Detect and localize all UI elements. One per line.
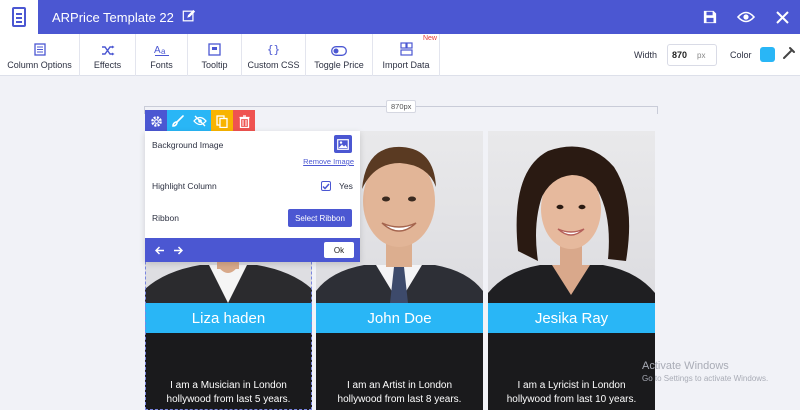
description-line: hollywood from last 10 years. [506,393,637,405]
ok-button[interactable]: Ok [324,242,354,258]
column-photo [488,131,655,303]
pricing-column-3[interactable]: Jesika Ray I am a Lyricist in London hol… [488,131,655,410]
check-icon [322,183,330,190]
toolbar-label: Fonts [150,60,173,70]
highlight-value: Yes [339,181,353,191]
eyedropper-icon[interactable] [782,46,796,60]
column-options-icon [33,43,46,56]
background-image-button[interactable] [334,135,352,153]
width-value: 870 [672,50,688,60]
shuffle-icon [101,45,114,56]
description-line: I am an Artist in London [346,380,453,391]
highlight-checkbox[interactable] [321,181,331,191]
description-line: I am a Musician in London [170,380,287,391]
windows-activation-watermark: Activate Windows Go to Settings to activ… [642,360,768,383]
column-name[interactable]: Liza haden [145,303,312,333]
toolbar-fonts[interactable]: Aa Fonts [136,34,188,76]
column-description[interactable]: I am an Artist in London hollywood from … [320,379,479,406]
toolbar-effects[interactable]: Effects [80,34,136,76]
eye-slash-icon [193,115,207,127]
toggle-icon [331,46,347,56]
width-input[interactable]: 870 px [667,44,717,66]
app-title: ARPrice Template 22 [52,10,174,25]
toolbar-label: Column Options [7,60,72,70]
toolbar-label: Effects [93,60,122,70]
highlight-column-label: Highlight Column [152,181,217,191]
column-name[interactable]: Jesika Ray [488,303,655,333]
copy-icon [216,114,228,128]
document-icon [12,7,26,27]
popup-footer: Ok [145,238,360,262]
width-unit: px [697,50,706,60]
arrow-left-icon[interactable] [153,243,167,257]
toolbar-label: Custom CSS [247,60,300,70]
trash-icon [239,114,249,128]
svg-text:A: A [154,45,161,56]
color-swatch[interactable] [760,47,775,62]
column-settings-button[interactable] [145,110,167,132]
eye-icon [737,11,755,23]
close-button[interactable] [764,0,800,34]
remove-image-link[interactable]: Remove Image [303,157,354,166]
column-description[interactable]: I am a Lyricist in London hollywood from… [492,379,651,406]
new-badge: New [422,35,437,42]
gear-icon [150,115,162,127]
toolbar-column-options[interactable]: Column Options [0,34,80,76]
watermark-subtitle: Go to Settings to activate Windows. [642,374,769,383]
ribbon-label: Ribbon [152,213,179,223]
close-icon [775,10,789,24]
background-image-label: Background Image [152,140,224,150]
edit-icon[interactable] [182,9,196,23]
ruler-label: 870px [386,100,417,113]
column-action-toolbar [145,110,255,132]
description-line: hollywood from last 8 years. [337,393,462,405]
column-duplicate-button[interactable] [211,110,233,132]
column-delete-button[interactable] [233,110,255,132]
save-icon [703,10,717,24]
fonts-icon: Aa [154,45,169,56]
description-line: I am a Lyricist in London [517,380,626,391]
column-style-button[interactable] [167,110,189,132]
toolbar-import-data[interactable]: New Import Data [373,34,440,76]
width-label: Width [634,50,658,60]
toolbar-label: Import Data [382,60,430,70]
watermark-title: Activate Windows [642,360,729,372]
svg-text:a: a [161,47,166,56]
person-photo [488,146,655,303]
import-icon [399,42,413,56]
description-line: hollywood from last 5 years. [166,393,291,405]
app-header: ARPrice Template 22 [0,0,800,34]
app-logo [0,0,38,34]
toolbar-label: Tooltip [201,60,228,70]
toolbar-label: Toggle Price [314,60,364,70]
braces-icon: {} [266,43,281,56]
toolbar-toggle-price[interactable]: Toggle Price [306,34,373,76]
save-button[interactable] [692,0,728,34]
arrow-right-icon[interactable] [171,243,185,257]
image-icon [337,138,349,150]
toolbar-tooltip[interactable]: Tooltip [188,34,242,76]
tooltip-icon [208,43,221,56]
column-visibility-button[interactable] [189,110,211,132]
toolbar-custom-css[interactable]: {} Custom CSS [242,34,306,76]
column-name[interactable]: John Doe [316,303,483,333]
column-description[interactable]: I am a Musician in London hollywood from… [149,379,308,406]
select-ribbon-button[interactable]: Select Ribbon [288,209,352,227]
brush-icon [172,115,184,127]
color-label: Color [730,50,752,60]
column-options-popup: Background Image Remove Image Highlight … [145,131,360,262]
preview-button[interactable] [728,0,764,34]
